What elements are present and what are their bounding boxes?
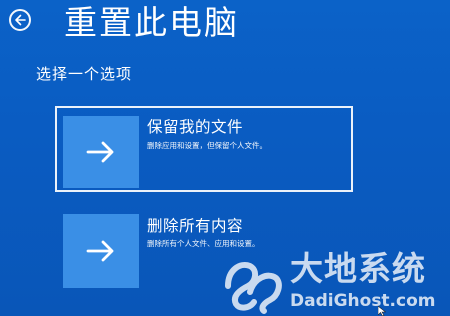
option-label: 删除所有内容 [147,217,244,235]
watermark-text-cn: 大地系统 [290,249,426,288]
back-arrow-icon [15,14,26,26]
page-subtitle: 选择一个选项 [36,65,133,83]
right-arrow-icon [86,141,114,163]
option-description: 删除应用和设置，但保留个人文件。 [147,141,267,150]
mouse-cursor-icon [378,306,386,316]
option-keep-my-files[interactable]: 保留我的文件 删除应用和设置，但保留个人文件。 [55,106,353,192]
right-arrow-icon [86,240,114,262]
watermark-text-en: DadiGhost.com [290,291,436,311]
back-button[interactable] [9,9,31,31]
reset-pc-screen: 重置此电脑 选择一个选项 保留我的文件 删除应用和设置，但保留个人文件。 删除所… [0,0,450,316]
option-description: 删除所有个人文件、应用和设置。 [147,239,260,248]
option-label: 保留我的文件 [147,118,244,136]
option-tile [63,116,139,188]
watermark: 大地系统 DadiGhost.com [220,250,448,314]
page-title: 重置此电脑 [64,3,239,42]
watermark-logo-icon [225,262,282,314]
option-tile [63,214,139,288]
